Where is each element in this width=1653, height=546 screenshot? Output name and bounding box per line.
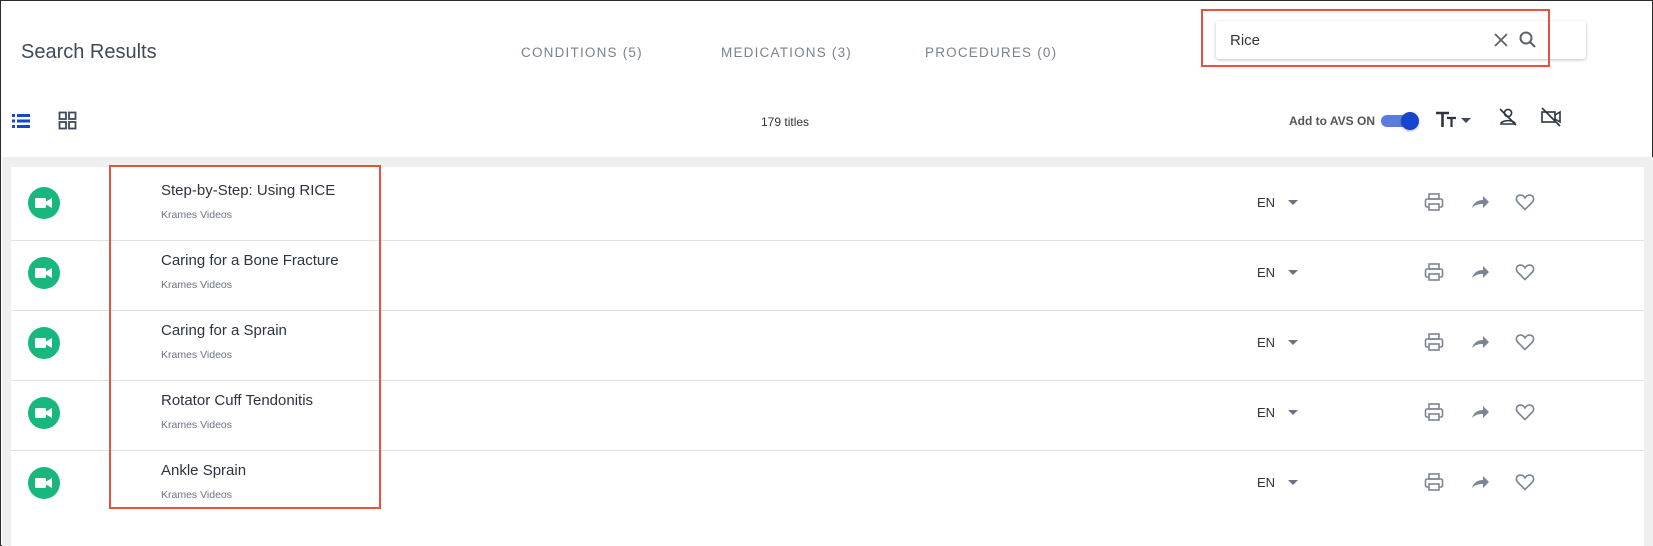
tab-conditions[interactable]: CONDITIONS (5)	[521, 45, 643, 60]
result-source: Krames Videos	[161, 349, 233, 361]
result-title[interactable]: Caring for a Sprain	[161, 322, 287, 339]
result-source: Krames Videos	[161, 419, 233, 431]
language-select[interactable]: EN	[1257, 335, 1275, 350]
video-off-icon[interactable]	[1540, 106, 1562, 128]
share-icon[interactable]	[1469, 191, 1491, 213]
share-icon[interactable]	[1469, 401, 1491, 423]
print-icon[interactable]	[1423, 331, 1445, 353]
titles-count: 179 titles	[761, 115, 810, 129]
language-select[interactable]: EN	[1257, 265, 1275, 280]
language-select[interactable]: EN	[1257, 195, 1275, 210]
result-source: Krames Videos	[161, 209, 233, 221]
print-icon[interactable]	[1423, 401, 1445, 423]
video-icon[interactable]	[28, 187, 60, 219]
result-title[interactable]: Caring for a Bone Fracture	[161, 252, 339, 269]
language-select[interactable]: EN	[1257, 405, 1275, 420]
list-item[interactable]: Caring for a Sprain Krames Videos EN	[11, 307, 1644, 381]
search-icon[interactable]	[1518, 30, 1538, 50]
share-icon[interactable]	[1469, 471, 1491, 493]
print-icon[interactable]	[1423, 191, 1445, 213]
chevron-down-icon[interactable]	[1288, 270, 1298, 275]
video-icon[interactable]	[28, 467, 60, 499]
chevron-down-icon[interactable]	[1288, 200, 1298, 205]
list-item[interactable]: Step-by-Step: Using RICE Krames Videos E…	[11, 167, 1644, 241]
tab-procedures[interactable]: PROCEDURES (0)	[925, 45, 1057, 60]
chevron-down-icon[interactable]	[1288, 480, 1298, 485]
text-size-button[interactable]	[1435, 109, 1477, 131]
language-select[interactable]: EN	[1257, 475, 1275, 490]
chevron-down-icon[interactable]	[1288, 410, 1298, 415]
person-off-icon[interactable]	[1497, 106, 1519, 128]
chevron-down-icon[interactable]	[1288, 340, 1298, 345]
grid-view-icon[interactable]	[58, 111, 78, 131]
video-icon[interactable]	[28, 397, 60, 429]
heart-icon[interactable]	[1514, 471, 1536, 493]
result-source: Krames Videos	[161, 279, 233, 291]
avs-toggle-label: Add to AVS ON	[1289, 114, 1375, 128]
heart-icon[interactable]	[1514, 331, 1536, 353]
search-box	[1216, 21, 1586, 59]
heart-icon[interactable]	[1514, 191, 1536, 213]
print-icon[interactable]	[1423, 261, 1445, 283]
text-size-icon	[1436, 111, 1471, 127]
video-icon[interactable]	[28, 257, 60, 289]
list-item[interactable]: Ankle Sprain Krames Videos EN	[11, 447, 1644, 521]
result-title[interactable]: Step-by-Step: Using RICE	[161, 182, 335, 199]
list-item[interactable]: Caring for a Bone Fracture Krames Videos…	[11, 237, 1644, 311]
search-input[interactable]	[1230, 29, 1500, 51]
print-icon[interactable]	[1423, 471, 1445, 493]
close-icon[interactable]	[1492, 31, 1510, 49]
result-title[interactable]: Ankle Sprain	[161, 462, 246, 479]
share-icon[interactable]	[1469, 331, 1491, 353]
video-icon[interactable]	[28, 327, 60, 359]
list-view-icon[interactable]	[12, 113, 30, 129]
list-item[interactable]: Rotator Cuff Tendonitis Krames Videos EN	[11, 377, 1644, 451]
page-title: Search Results	[21, 41, 157, 63]
result-source: Krames Videos	[161, 489, 233, 501]
results-list: Step-by-Step: Using RICE Krames Videos E…	[11, 167, 1644, 546]
heart-icon[interactable]	[1514, 401, 1536, 423]
app-window: Search Results CONDITIONS (5) MEDICATION…	[0, 0, 1653, 546]
tab-medications[interactable]: MEDICATIONS (3)	[721, 45, 852, 60]
result-title[interactable]: Rotator Cuff Tendonitis	[161, 392, 313, 409]
toggle-knob	[1401, 112, 1419, 130]
heart-icon[interactable]	[1514, 261, 1536, 283]
share-icon[interactable]	[1469, 261, 1491, 283]
avs-toggle[interactable]	[1381, 112, 1419, 130]
